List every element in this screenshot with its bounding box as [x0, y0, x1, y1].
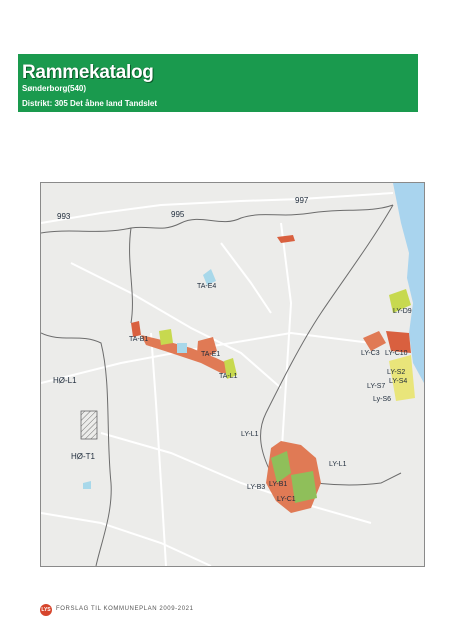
- zone-label-ly-b3[interactable]: LY-B3: [247, 484, 265, 491]
- zone-label-ly-d9[interactable]: LY-D9: [393, 308, 412, 315]
- district-number-995: 995: [171, 210, 185, 219]
- zone-small-blue: [83, 481, 91, 489]
- page-title: Rammekatalog: [22, 62, 154, 83]
- zone-label-ta-l1[interactable]: TA-L1: [219, 373, 238, 380]
- zone-label-ly-l1-east[interactable]: LY-L1: [329, 461, 347, 468]
- zone-label-ly-c10[interactable]: LY-C10: [385, 350, 408, 357]
- zone-label-ly-c1[interactable]: LY-C1: [277, 496, 296, 503]
- district-map[interactable]: 993 995 997 TA-E4 TA-B1 TA-E1 TA-L1 HØ-L…: [40, 182, 425, 567]
- district-number-997: 997: [295, 196, 309, 205]
- zone-label-ta-e4[interactable]: TA-E4: [197, 283, 216, 290]
- hatched-area: [80, 410, 98, 440]
- zone-ta-b1-blue: [177, 343, 187, 353]
- zone-ta-b1-road: [141, 335, 236, 373]
- kommune-logo-icon: LYS: [40, 604, 52, 616]
- district-boundaries: [41, 204, 402, 566]
- zone-label-ho-t1[interactable]: HØ-T1: [71, 453, 95, 461]
- zone-label-ly-b1[interactable]: LY-B1: [269, 481, 287, 488]
- footer-text: FORSLAG TIL KOMMUNEPLAN 2009-2021: [56, 606, 194, 612]
- zone-ta-b1-green: [159, 329, 173, 345]
- zone-label-ly-s2[interactable]: LY-S2: [387, 369, 405, 376]
- zone-label-ly-s7[interactable]: LY-S7: [367, 383, 385, 390]
- district-number-993: 993: [57, 212, 71, 221]
- district-label: Distrikt: 305 Det åbne land Tandslet: [22, 99, 157, 108]
- zone-ly-c3: [363, 331, 386, 351]
- zone-label-ly-s4[interactable]: LY-S4: [389, 378, 407, 385]
- zone-label-ly-s6[interactable]: Ly-S6: [373, 396, 391, 403]
- zone-997: [277, 235, 295, 243]
- zone-label-ly-c3[interactable]: LY-C3: [361, 350, 380, 357]
- zone-label-ho-l1[interactable]: HØ-L1: [53, 377, 77, 385]
- municipality-label: Sønderborg(540): [22, 84, 87, 93]
- zone-ta-b1-a: [131, 321, 141, 337]
- zone-label-ta-b1[interactable]: TA-B1: [129, 336, 148, 343]
- zone-label-ta-e1[interactable]: TA-E1: [201, 351, 220, 358]
- roads: [41, 192, 394, 566]
- header-banner: Rammekatalog Sønderborg(540) Distrikt: 3…: [18, 54, 418, 112]
- zone-label-ly-l1-west[interactable]: LY-L1: [241, 431, 259, 438]
